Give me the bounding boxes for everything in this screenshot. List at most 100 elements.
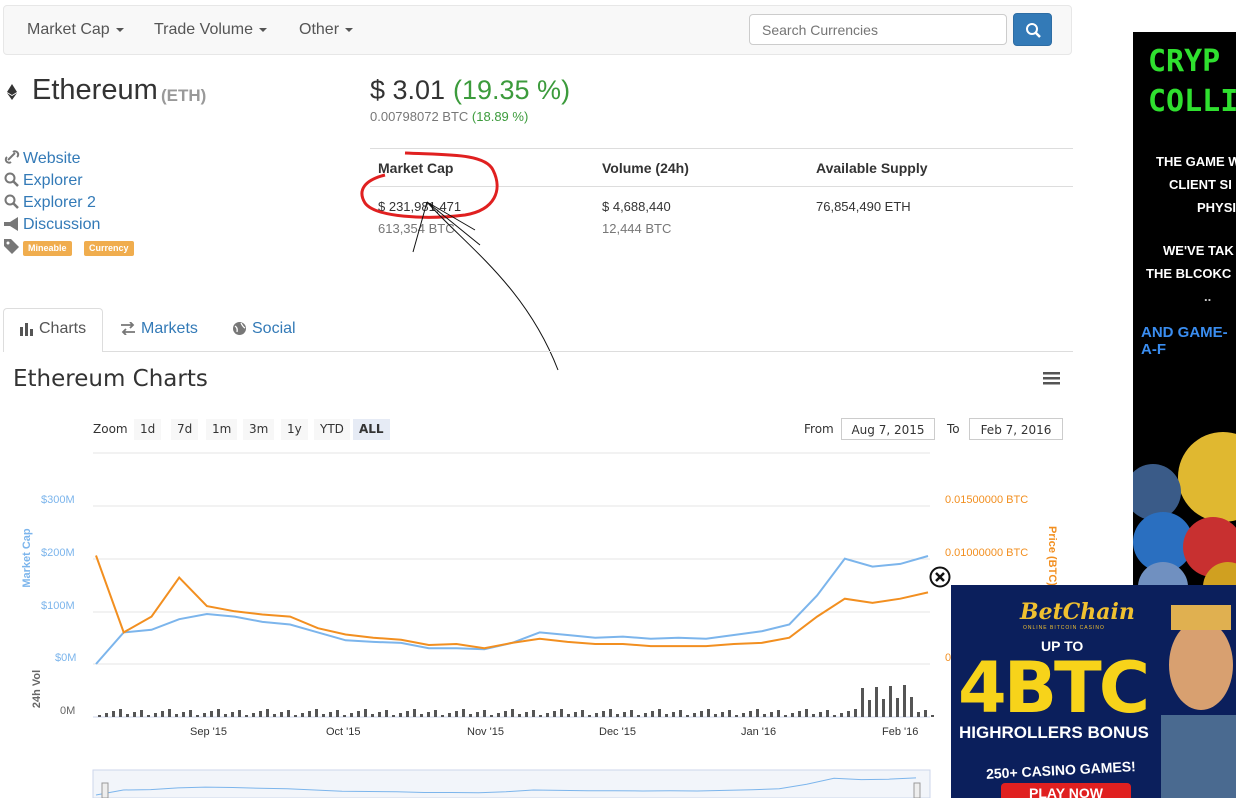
header-supply: Available Supply: [816, 160, 928, 176]
link-discussion[interactable]: Discussion: [23, 216, 100, 234]
coin-name: Ethereum: [32, 74, 158, 106]
from-date-input[interactable]: Aug 7, 2015: [841, 418, 935, 440]
volume-bar: [581, 710, 584, 717]
bullhorn-icon: [4, 217, 18, 231]
link-explorer[interactable]: Explorer: [23, 172, 83, 190]
volume-bar: [791, 713, 794, 717]
volume-bar: [504, 711, 507, 717]
zoom-1d[interactable]: 1d: [134, 419, 162, 440]
volume-bar: [399, 713, 402, 717]
volume-bar: [637, 715, 640, 717]
volume-bar: [693, 713, 696, 717]
volume-bar: [315, 709, 318, 717]
zoom-all[interactable]: ALL: [353, 419, 390, 440]
volume-bar: [217, 709, 220, 717]
volume-bar: [455, 711, 458, 717]
volume-bar: [630, 710, 633, 717]
tab-markets[interactable]: Markets: [141, 320, 198, 338]
hand-drawn-annotation: [360, 151, 559, 371]
volume-bar: [658, 709, 661, 717]
volume-bar: [672, 712, 675, 717]
nav-other[interactable]: Other: [299, 21, 354, 39]
volume-bar: [553, 711, 556, 717]
volume-bar: [259, 711, 262, 717]
ad-crypto-text: THE GAME W CLIENT SI PHYSICS WE'VE TAK T…: [1146, 150, 1236, 308]
x-tick-dec: Dec '15: [599, 726, 636, 738]
volume-bar: [784, 715, 787, 717]
volume-bar: [805, 709, 808, 717]
menu-icon[interactable]: [1043, 371, 1060, 385]
nav-market-cap-label: Market Cap: [27, 21, 110, 38]
volume-bar: [763, 714, 766, 717]
zoom-3m[interactable]: 3m: [243, 419, 275, 440]
ad-crypto-text-3: PHYSICS: [1197, 200, 1236, 215]
volume-bar: [301, 713, 304, 717]
volume-bar: [252, 713, 255, 717]
y-tick-300: $300M: [41, 494, 75, 506]
nav-other-label: Other: [299, 21, 340, 38]
volume-bar: [329, 712, 332, 717]
volume-bar: [105, 713, 108, 717]
volume-tick-0: 0M: [60, 705, 76, 717]
to-date-input[interactable]: Feb 7, 2016: [969, 418, 1063, 440]
nav-trade-volume[interactable]: Trade Volume: [154, 21, 268, 39]
navigator-handle-right[interactable]: [913, 782, 921, 798]
ad-betchain[interactable]: BetChain ONLINE BITCOIN CASINO UP TO 4BT…: [951, 585, 1236, 798]
x-tick-jan: Jan '16: [741, 726, 777, 738]
volume-bar: [203, 713, 206, 717]
tab-charts-label: Charts: [39, 320, 87, 337]
volume-bar: [469, 714, 472, 717]
link-explorer-2[interactable]: Explorer 2: [23, 194, 96, 212]
volume-bar: [588, 715, 591, 717]
search-input[interactable]: [749, 14, 1007, 45]
link-icon: [4, 150, 20, 164]
series-price-line: [95, 555, 929, 650]
volume-bar: [126, 714, 129, 717]
volume-bar: [420, 714, 423, 717]
volume-bar: [189, 710, 192, 717]
ad-crypto-line-1: CRYP: [1148, 44, 1221, 79]
volume-bar: [616, 714, 619, 717]
close-ad-icon[interactable]: [929, 566, 951, 588]
volume-bar: [777, 710, 780, 717]
available-supply: 76,854,490 ETH: [816, 199, 911, 214]
volume-bar: [700, 711, 703, 717]
y-tick-0: $0M: [55, 652, 77, 664]
zoom-label: Zoom: [93, 422, 128, 436]
zoom-1y[interactable]: 1y: [281, 419, 308, 440]
top-navbar: Market Cap Trade Volume Other: [3, 5, 1072, 55]
ad-crypto-headline: CRYP COLLID: [1148, 42, 1236, 122]
ad-bet-sub: ONLINE BITCOIN CASINO: [1023, 625, 1105, 631]
volume-bar: [224, 714, 227, 717]
caret-down-icon: [345, 27, 354, 32]
volume-bar: [434, 710, 437, 717]
ad-bet-play-button[interactable]: PLAY NOW: [1001, 783, 1131, 798]
tab-social[interactable]: Social: [252, 320, 296, 338]
ad-character-graphic: [1161, 605, 1236, 798]
zoom-1m[interactable]: 1m: [206, 419, 238, 440]
ad-crypto-text-5: THE BLCOKC: [1146, 266, 1232, 281]
zoom-7d[interactable]: 7d: [171, 419, 199, 440]
volume-bar: [98, 715, 101, 717]
price-btc-line: 0.00798072 BTC (18.89 %): [370, 109, 528, 124]
zoom-ytd[interactable]: YTD: [314, 419, 350, 440]
volume-bar: [147, 715, 150, 717]
volume-bar: [448, 713, 451, 717]
volume-bar: [707, 709, 710, 717]
caret-down-icon: [115, 27, 124, 32]
ad-crypto-collider[interactable]: CRYP COLLID THE GAME W CLIENT SI PHYSICS…: [1133, 32, 1236, 592]
nav-market-cap[interactable]: Market Cap: [27, 21, 124, 39]
nav-trade-volume-label: Trade Volume: [154, 21, 254, 38]
price-change-usd: (19.35 %): [453, 75, 571, 105]
navigator-handle-left[interactable]: [101, 782, 109, 798]
navigator[interactable]: [92, 769, 931, 798]
ad-crypto-text-6: ..: [1204, 289, 1212, 304]
to-label: To: [947, 422, 960, 436]
volume-bar: [238, 710, 241, 717]
volume-bar: [651, 711, 654, 717]
search-button[interactable]: [1013, 13, 1052, 46]
volume-bar: [406, 711, 409, 717]
volume-bar: [749, 711, 752, 717]
volume-bar: [868, 700, 871, 717]
link-website[interactable]: Website: [23, 150, 81, 168]
